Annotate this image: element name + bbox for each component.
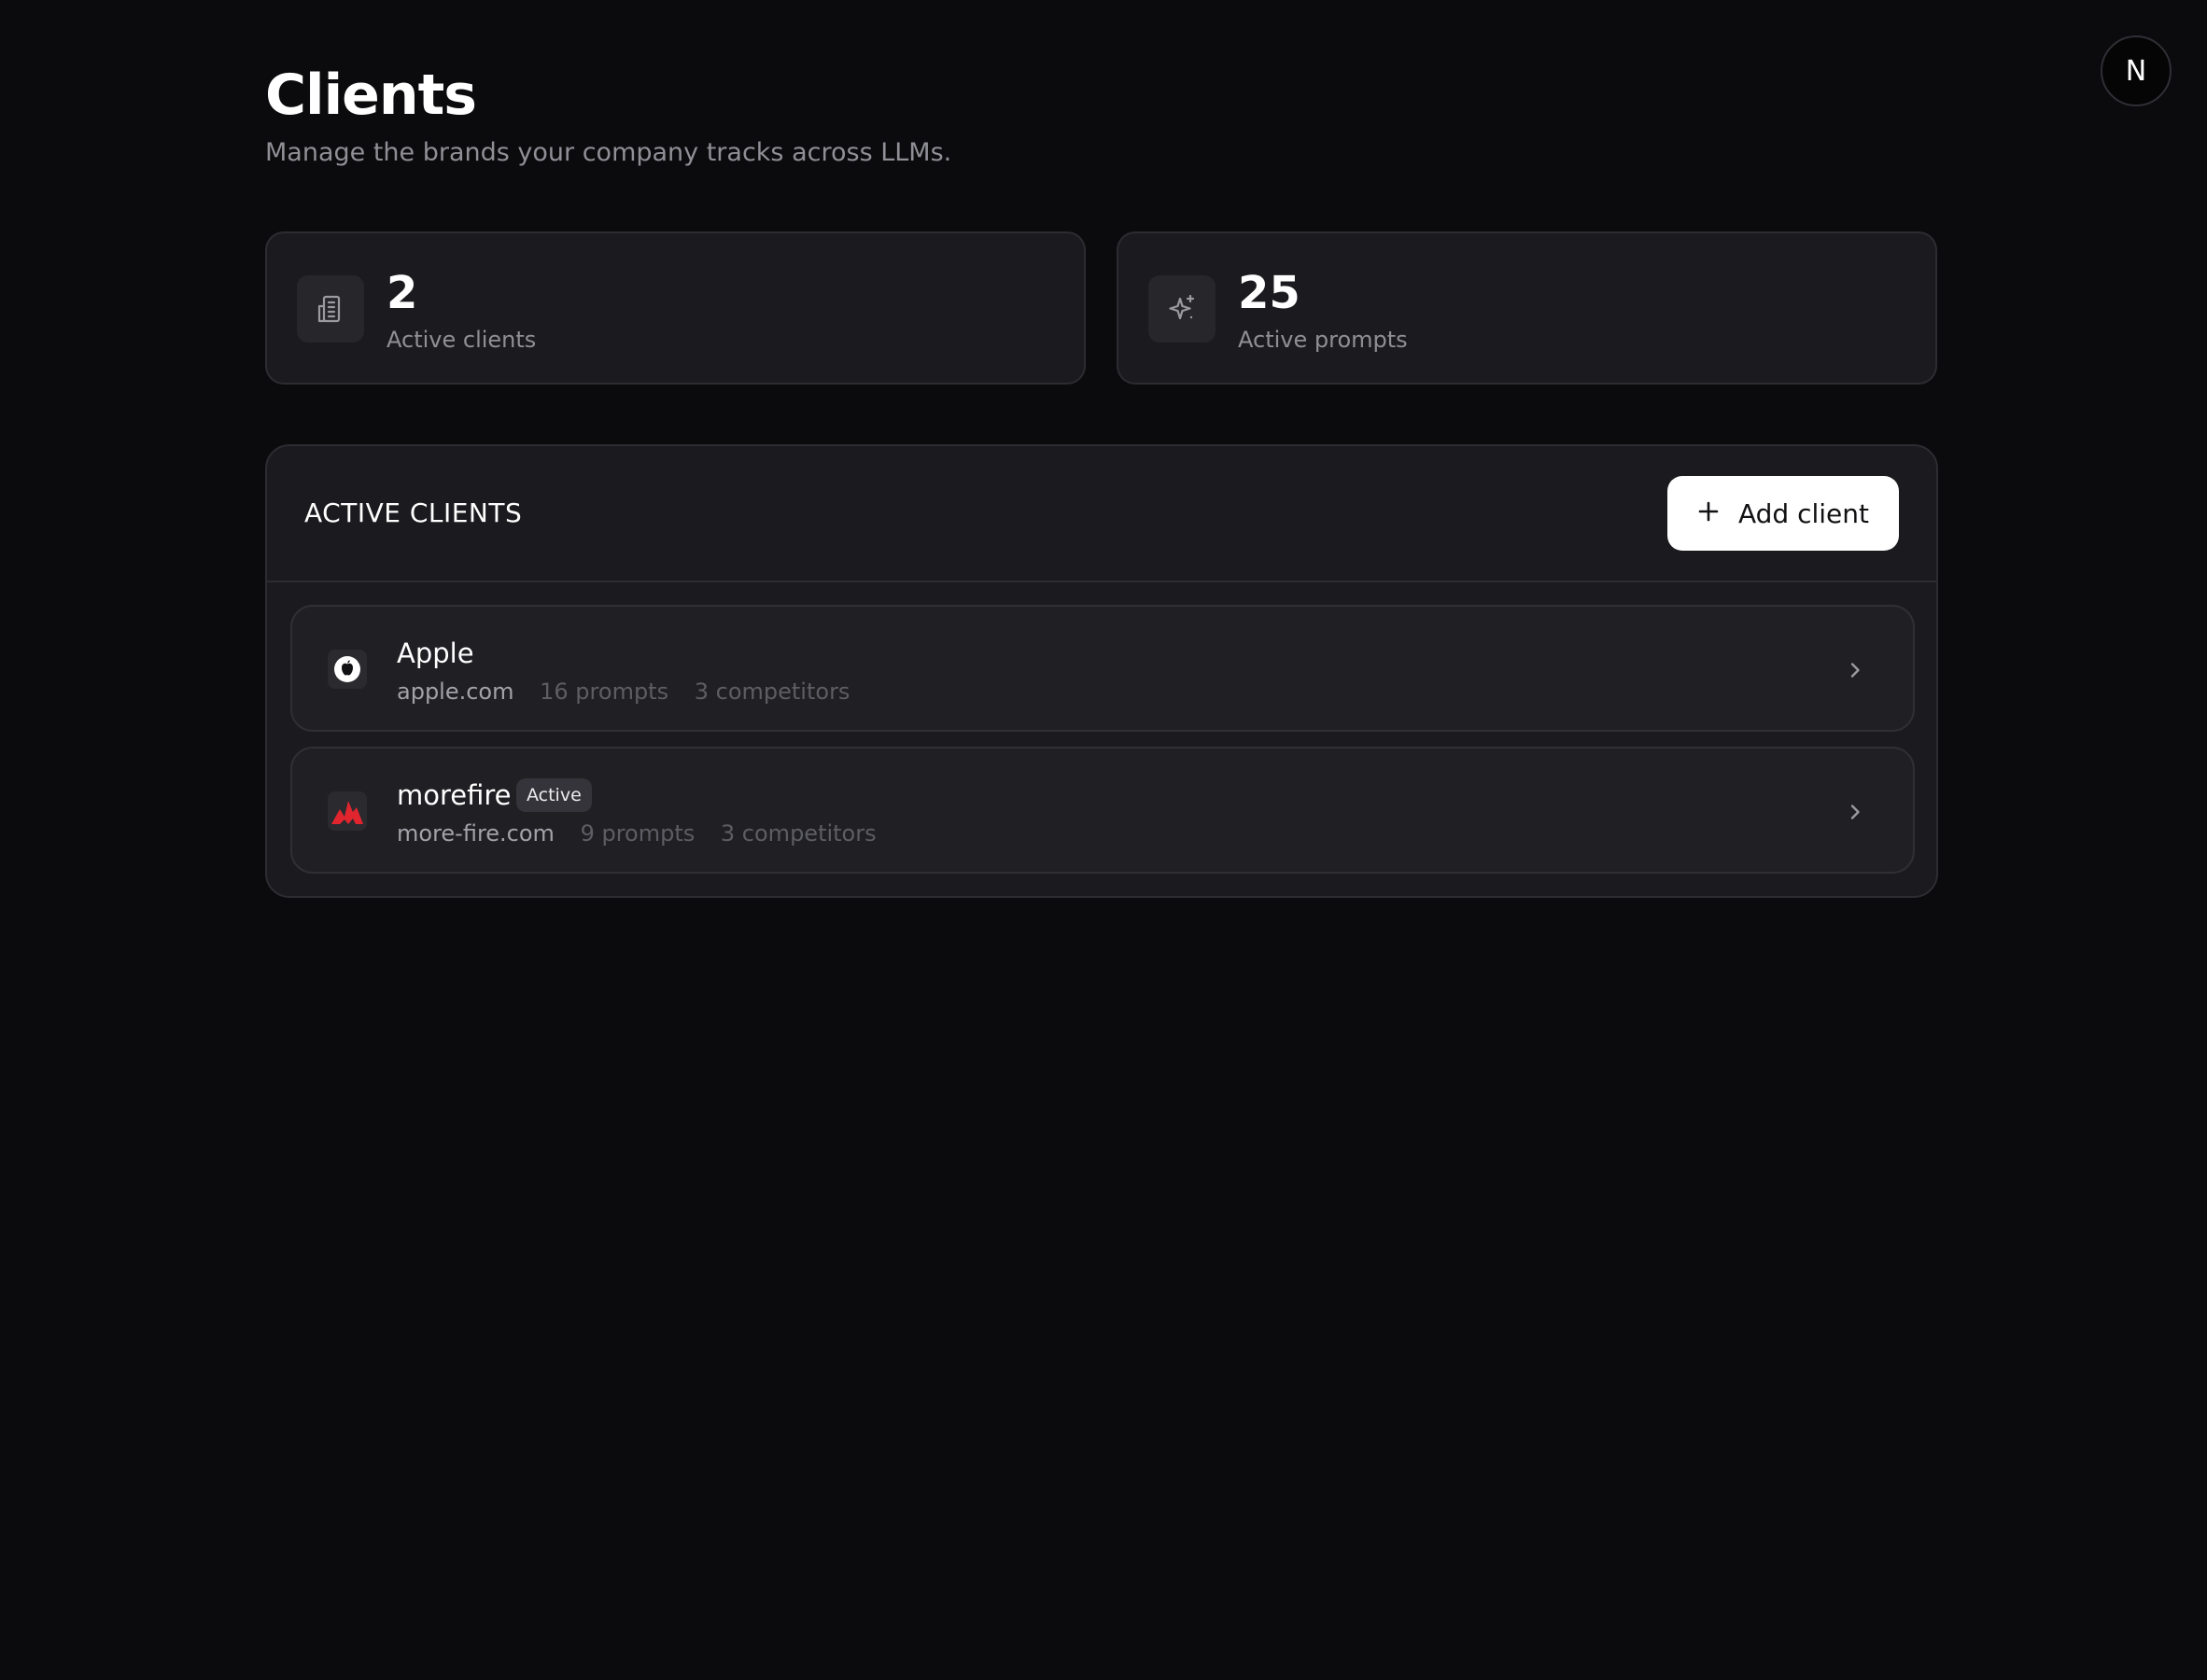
active-clients-label: Active clients (387, 327, 537, 353)
chevron-right-icon (1840, 797, 1870, 827)
add-client-label: Add client (1737, 497, 1869, 529)
panel-heading: ACTIVE CLIENTS (304, 497, 523, 528)
client-prompt-count: 16 prompts (540, 679, 669, 705)
status-badge: Active (516, 778, 592, 812)
chevron-right-icon (1840, 655, 1870, 685)
client-name: morefire (397, 779, 512, 811)
panel-header: ACTIVE CLIENTS Add client (267, 446, 1936, 582)
client-competitor-count: 3 competitors (694, 679, 850, 705)
client-row-morefire[interactable]: morefire Active more-fire.com 9 prompts … (290, 747, 1915, 874)
active-clients-panel: ACTIVE CLIENTS Add client Apple apple.co… (265, 444, 1938, 898)
client-name: Apple (397, 637, 474, 669)
client-domain: more-fire.com (397, 820, 555, 847)
client-domain: apple.com (397, 679, 514, 705)
active-prompts-count: 25 (1238, 267, 1300, 319)
plus-icon (1697, 498, 1720, 529)
active-prompts-label: Active prompts (1238, 327, 1408, 353)
active-clients-stat-card: 2 Active clients (265, 231, 1086, 385)
client-meta: more-fire.com 9 prompts 3 competitors (397, 818, 877, 849)
active-prompts-stat-card: 25 Active prompts (1117, 231, 1937, 385)
user-avatar[interactable]: N (2101, 35, 2172, 106)
avatar-initial: N (2125, 54, 2147, 88)
add-client-button[interactable]: Add client (1667, 476, 1899, 551)
client-meta: apple.com 16 prompts 3 competitors (397, 676, 850, 707)
client-row-apple[interactable]: Apple apple.com 16 prompts 3 competitors (290, 605, 1915, 732)
page-title: Clients (265, 63, 477, 128)
building-icon (297, 275, 364, 343)
active-clients-count: 2 (387, 267, 418, 319)
apple-logo-icon (328, 650, 367, 689)
sparkles-icon (1148, 275, 1216, 343)
morefire-logo-icon (328, 791, 367, 831)
client-prompt-count: 9 prompts (580, 820, 696, 847)
page-subtitle: Manage the brands your company tracks ac… (265, 138, 952, 167)
client-competitor-count: 3 competitors (720, 820, 877, 847)
stats-row: 2 Active clients 25 Active prompts (265, 231, 1938, 385)
